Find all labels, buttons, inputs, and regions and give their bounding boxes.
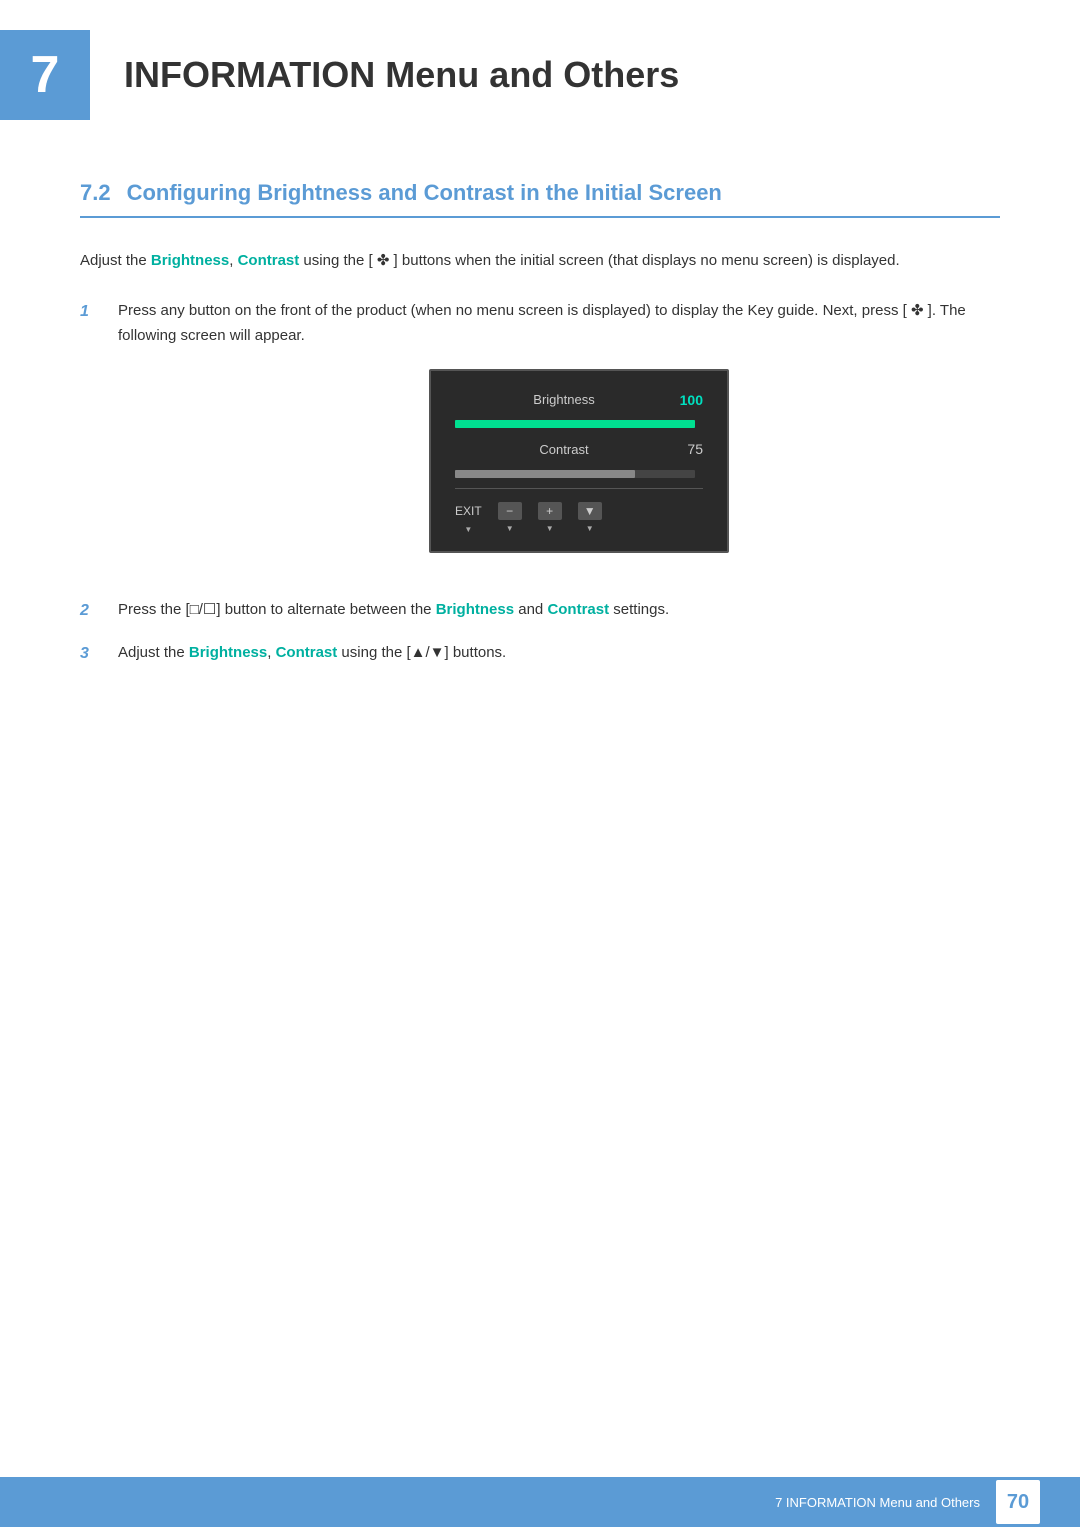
osd-plus-col: + ▼ [538,502,562,536]
step-2-brightness-label: Brightness [436,601,514,618]
steps-list: 1 Press any button on the front of the p… [80,298,1000,668]
chapter-title: INFORMATION Menu and Others [114,30,679,120]
osd-divider [455,488,703,489]
osd-minus-arrow: ▼ [506,522,514,536]
section-title: Configuring Brightness and Contrast in t… [127,180,722,206]
step-3-number: 3 [80,640,100,667]
chapter-header: 7 INFORMATION Menu and Others [0,0,1080,140]
osd-menu-symbol: ▼ [584,501,596,521]
step-1: 1 Press any button on the front of the p… [80,298,1000,582]
osd-exit-arrow: ▼ [464,523,472,537]
osd-container: Brightness 100 Contrast 75 [158,369,1000,554]
osd-exit-col: EXIT ▼ [455,501,482,537]
osd-contrast-track [455,470,695,478]
osd-contrast-bar-container [455,470,703,478]
page-footer: 7 INFORMATION Menu and Others 70 [0,1477,1080,1527]
step-2: 2 Press the [□/☐] button to alternate be… [80,597,1000,624]
osd-brightness-label-row: Brightness 100 [455,389,703,413]
step-3: 3 Adjust the Brightness, Contrast using … [80,640,1000,667]
osd-plus-symbol: + [546,501,553,521]
intro-paragraph: Adjust the Brightness, Contrast using th… [80,248,1000,274]
content-area: 7.2 Configuring Brightness and Contrast … [0,160,1080,763]
osd-screen: Brightness 100 Contrast 75 [429,369,729,554]
step-1-number: 1 [80,298,100,325]
osd-plus-arrow: ▼ [546,522,554,536]
osd-brightness-bar-container [455,420,703,428]
osd-menu-arrow: ▼ [586,522,594,536]
osd-menu-col: ▼ ▼ [578,502,602,536]
step-2-number: 2 [80,597,100,624]
osd-contrast-label: Contrast [455,439,673,461]
osd-contrast-label-row: Contrast 75 [455,438,703,462]
step-2-content: Press the [□/☐] button to alternate betw… [118,597,1000,623]
osd-contrast-fill [455,470,635,478]
step-3-contrast-label: Contrast [276,644,338,661]
osd-exit-label: EXIT [455,501,482,521]
osd-minus-symbol: − [506,501,513,521]
osd-brightness-track [455,420,695,428]
intro-contrast-label: Contrast [238,252,300,269]
osd-plus-button[interactable]: + [538,502,562,520]
osd-brightness-value: 100 [673,389,703,413]
step-3-brightness-label: Brightness [189,644,267,661]
step-1-text: Press any button on the front of the pro… [118,302,966,345]
step-2-contrast-label: Contrast [547,601,609,618]
section-number: 7.2 [80,180,111,206]
step-3-content: Adjust the Brightness, Contrast using th… [118,640,1000,666]
intro-brightness-label: Brightness [151,252,229,269]
page-number: 70 [996,1480,1040,1524]
chapter-number: 7 [31,45,60,105]
osd-minus-col: − ▼ [498,502,522,536]
step-1-content: Press any button on the front of the pro… [118,298,1000,582]
osd-menu-button[interactable]: ▼ [578,502,602,520]
osd-brightness-label: Brightness [455,389,673,411]
section-heading: 7.2 Configuring Brightness and Contrast … [80,180,1000,218]
osd-contrast-value: 75 [673,438,703,462]
chapter-number-block: 7 [0,30,90,120]
osd-brightness-fill [455,420,695,428]
osd-minus-button[interactable]: − [498,502,522,520]
osd-bottom-row: EXIT ▼ − ▼ [455,497,703,537]
footer-text: 7 INFORMATION Menu and Others [775,1495,980,1510]
